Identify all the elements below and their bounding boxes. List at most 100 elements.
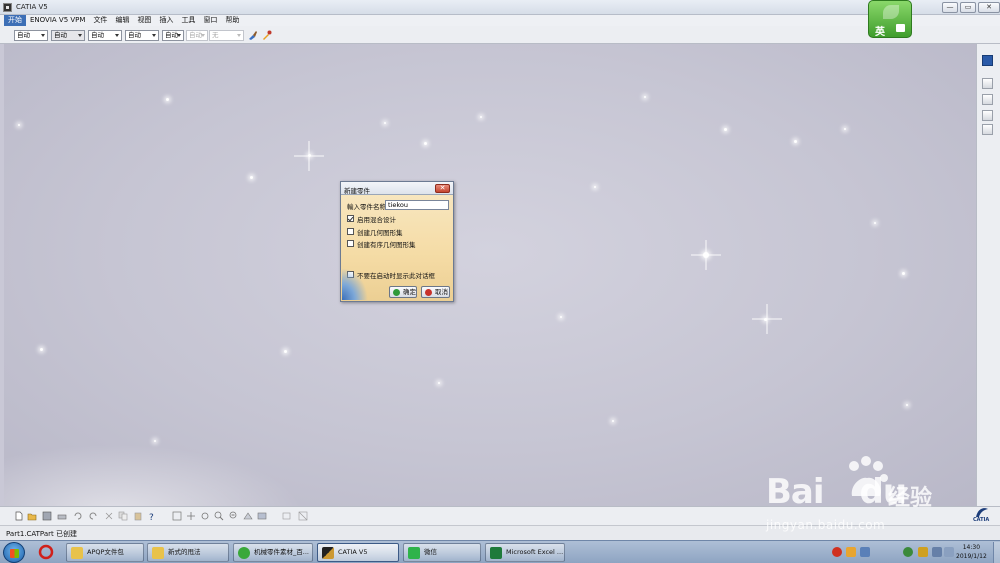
- new-icon[interactable]: [14, 511, 24, 521]
- background-nebula: [4, 444, 304, 506]
- menu-window[interactable]: 窗口: [199, 15, 221, 26]
- background-star: [284, 350, 287, 353]
- pocket-icon[interactable]: [982, 110, 993, 121]
- menu-file[interactable]: 文件: [89, 15, 111, 26]
- ime-icon[interactable]: [846, 547, 856, 557]
- ordered-geometrical-set-label: 创建有序几何图形集: [357, 241, 416, 249]
- menu-edit[interactable]: 编辑: [111, 15, 133, 26]
- paintbrush-icon[interactable]: [247, 30, 258, 41]
- taskbar-item-excel[interactable]: Microsoft Excel ...: [485, 543, 565, 562]
- volume-icon[interactable]: [944, 547, 954, 557]
- render-style-combo[interactable]: 自动: [186, 30, 208, 41]
- baidu-url-text: jingyan.baidu.com: [766, 518, 886, 532]
- zoom-in-icon[interactable]: [214, 511, 224, 521]
- menu-enovia[interactable]: ENOVIA V5 VPM: [26, 15, 89, 26]
- ordered-geometrical-set-checkbox[interactable]: [347, 240, 354, 247]
- redo-icon[interactable]: [88, 511, 98, 521]
- whatsthis-icon[interactable]: ?: [148, 511, 158, 521]
- point-symbol-combo[interactable]: 自动: [162, 30, 184, 41]
- fill-color-value: 自动: [17, 31, 30, 39]
- copy-icon[interactable]: [118, 511, 128, 521]
- geometrical-set-checkbox[interactable]: [347, 228, 354, 235]
- background-star: [612, 420, 614, 422]
- background-star: [438, 382, 440, 384]
- title-bar: CATIA V5 — ▭ ✕: [0, 0, 1000, 15]
- hide-show-icon[interactable]: [282, 511, 292, 521]
- folder-icon: [152, 547, 164, 559]
- ime-language-widget[interactable]: 英: [868, 0, 912, 38]
- transparency-combo[interactable]: 自动: [51, 30, 85, 41]
- show-desktop-button[interactable]: [993, 542, 1000, 563]
- background-star: [166, 98, 169, 101]
- star-flare: [691, 240, 721, 270]
- chevron-down-icon: [237, 34, 241, 37]
- workbench-icon[interactable]: [982, 55, 993, 66]
- browser-icon[interactable]: [38, 544, 54, 560]
- taskbar-item-folder[interactable]: 新式的甩法: [147, 543, 229, 562]
- undo-icon[interactable]: [73, 511, 83, 521]
- network-icon[interactable]: [860, 547, 870, 557]
- shield-icon[interactable]: [903, 547, 913, 557]
- hole-icon[interactable]: [982, 124, 993, 135]
- eyedropper-icon[interactable]: [261, 30, 272, 41]
- pad-icon[interactable]: [982, 94, 993, 105]
- menu-help[interactable]: 帮助: [221, 15, 243, 26]
- taskbar-item-apqp[interactable]: APQP文件包: [66, 543, 144, 562]
- menu-tools[interactable]: 工具: [177, 15, 199, 26]
- cancel-label: 取消: [435, 288, 448, 296]
- menu-view[interactable]: 视图: [133, 15, 155, 26]
- fit-all-icon[interactable]: [172, 511, 182, 521]
- fill-color-combo[interactable]: 自动: [14, 30, 48, 41]
- menu-start[interactable]: 开始: [4, 15, 26, 26]
- star-flare: [759, 311, 775, 327]
- taskbar-item-catia[interactable]: CATIA V5: [317, 543, 399, 562]
- system-clock[interactable]: 14:30 2019/1/12: [956, 543, 987, 561]
- window-controls: — ▭ ✕: [942, 2, 1000, 13]
- rotate-icon[interactable]: [200, 511, 210, 521]
- line-type-combo[interactable]: 自动: [125, 30, 159, 41]
- render-style-icon[interactable]: [257, 511, 267, 521]
- dialog-title-bar: 新建零件 ✕: [341, 182, 453, 195]
- line-thickness-combo[interactable]: 自动: [88, 30, 122, 41]
- cut-icon[interactable]: [104, 511, 114, 521]
- maximize-button[interactable]: ▭: [960, 2, 976, 13]
- pan-icon[interactable]: [186, 511, 196, 521]
- leaf-icon: [883, 5, 899, 19]
- swap-visible-icon[interactable]: [298, 511, 308, 521]
- print-icon[interactable]: [57, 511, 67, 521]
- open-icon[interactable]: [27, 511, 37, 521]
- graphic-properties-toolbar: 自动 自动 自动 自动 自动 自动 无: [0, 26, 1000, 44]
- normal-view-icon[interactable]: [243, 511, 253, 521]
- right-toolbar: [976, 44, 1000, 506]
- flag-icon[interactable]: [918, 547, 928, 557]
- line-type-value: 自动: [128, 31, 141, 39]
- taskbar-item-wechat[interactable]: 微信: [403, 543, 481, 562]
- cancel-button[interactable]: 取消: [421, 286, 450, 298]
- layer-combo[interactable]: 无: [209, 30, 244, 41]
- chevron-down-icon: [152, 34, 156, 37]
- taskbar-item-label: APQP文件包: [87, 548, 124, 556]
- paste-icon[interactable]: [133, 511, 143, 521]
- ok-button[interactable]: 确定: [389, 286, 417, 298]
- monitor-icon[interactable]: [932, 547, 942, 557]
- excel-icon: [490, 547, 502, 559]
- hybrid-design-checkbox[interactable]: [347, 215, 354, 222]
- 3d-viewport[interactable]: [4, 44, 976, 506]
- minimize-button[interactable]: —: [942, 2, 958, 13]
- dialog-decoration: [342, 268, 368, 300]
- background-star: [424, 142, 427, 145]
- sketch-icon[interactable]: [982, 78, 993, 89]
- dialog-close-button[interactable]: ✕: [435, 184, 450, 193]
- zoom-out-icon[interactable]: [229, 511, 239, 521]
- save-icon[interactable]: [42, 511, 52, 521]
- sogou-icon[interactable]: [832, 547, 842, 557]
- line-thickness-value: 自动: [91, 31, 104, 39]
- menu-insert[interactable]: 插入: [155, 15, 177, 26]
- part-name-input[interactable]: [385, 200, 449, 210]
- skin-icon: [896, 24, 905, 32]
- close-button[interactable]: ✕: [978, 2, 1000, 13]
- start-button[interactable]: [3, 542, 25, 563]
- chevron-down-icon: [78, 34, 82, 37]
- taskbar-item-browser[interactable]: 机械零件素材_百...: [233, 543, 313, 562]
- ok-label: 确定: [403, 288, 416, 296]
